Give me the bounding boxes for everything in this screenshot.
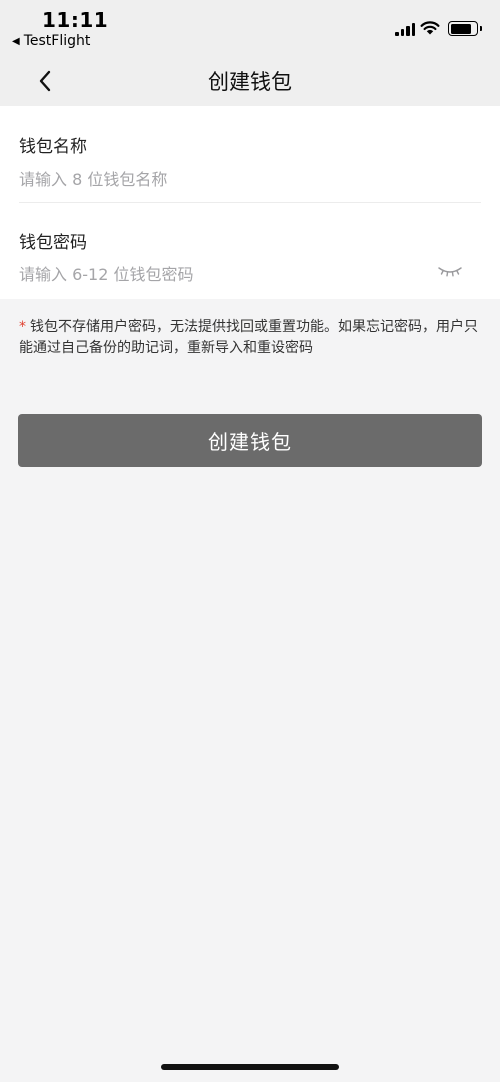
notice-asterisk: * [19, 319, 26, 335]
back-to-app-link[interactable]: ◀ TestFlight [12, 33, 90, 49]
page-title: 创建钱包 [208, 70, 292, 94]
signal-icon [395, 22, 415, 36]
home-indicator [161, 1064, 339, 1070]
create-wallet-button[interactable]: 创建钱包 [18, 414, 482, 467]
nav-bar: 创建钱包 [0, 56, 500, 106]
status-bar: 11:11 ◀ TestFlight [0, 0, 500, 56]
wallet-name-input[interactable] [19, 164, 429, 194]
create-wallet-screen: 11:11 ◀ TestFlight 创建钱包 钱包名称 钱包密码 [0, 0, 500, 1082]
field-divider [19, 202, 481, 203]
wallet-form: 钱包名称 钱包密码 [0, 106, 500, 299]
battery-level [450, 23, 471, 34]
battery-icon [448, 21, 482, 36]
wallet-password-label: 钱包密码 [19, 233, 87, 253]
back-triangle-icon: ◀ [12, 35, 20, 47]
wallet-password-input[interactable] [19, 259, 429, 289]
wifi-icon [420, 21, 440, 35]
password-notice: * 钱包不存储用户密码，无法提供找回或重置功能。如果忘记密码，用户只能通过自己备份… [19, 317, 481, 359]
wallet-name-label: 钱包名称 [19, 137, 87, 157]
eye-closed-icon [438, 267, 462, 277]
notice-text: 钱包不存储用户密码，无法提供找回或重置功能。如果忘记密码，用户只能通过自己备份的… [19, 319, 478, 356]
password-visibility-toggle[interactable] [436, 261, 464, 281]
back-app-label: TestFlight [23, 33, 91, 49]
status-time: 11:11 [42, 8, 109, 32]
